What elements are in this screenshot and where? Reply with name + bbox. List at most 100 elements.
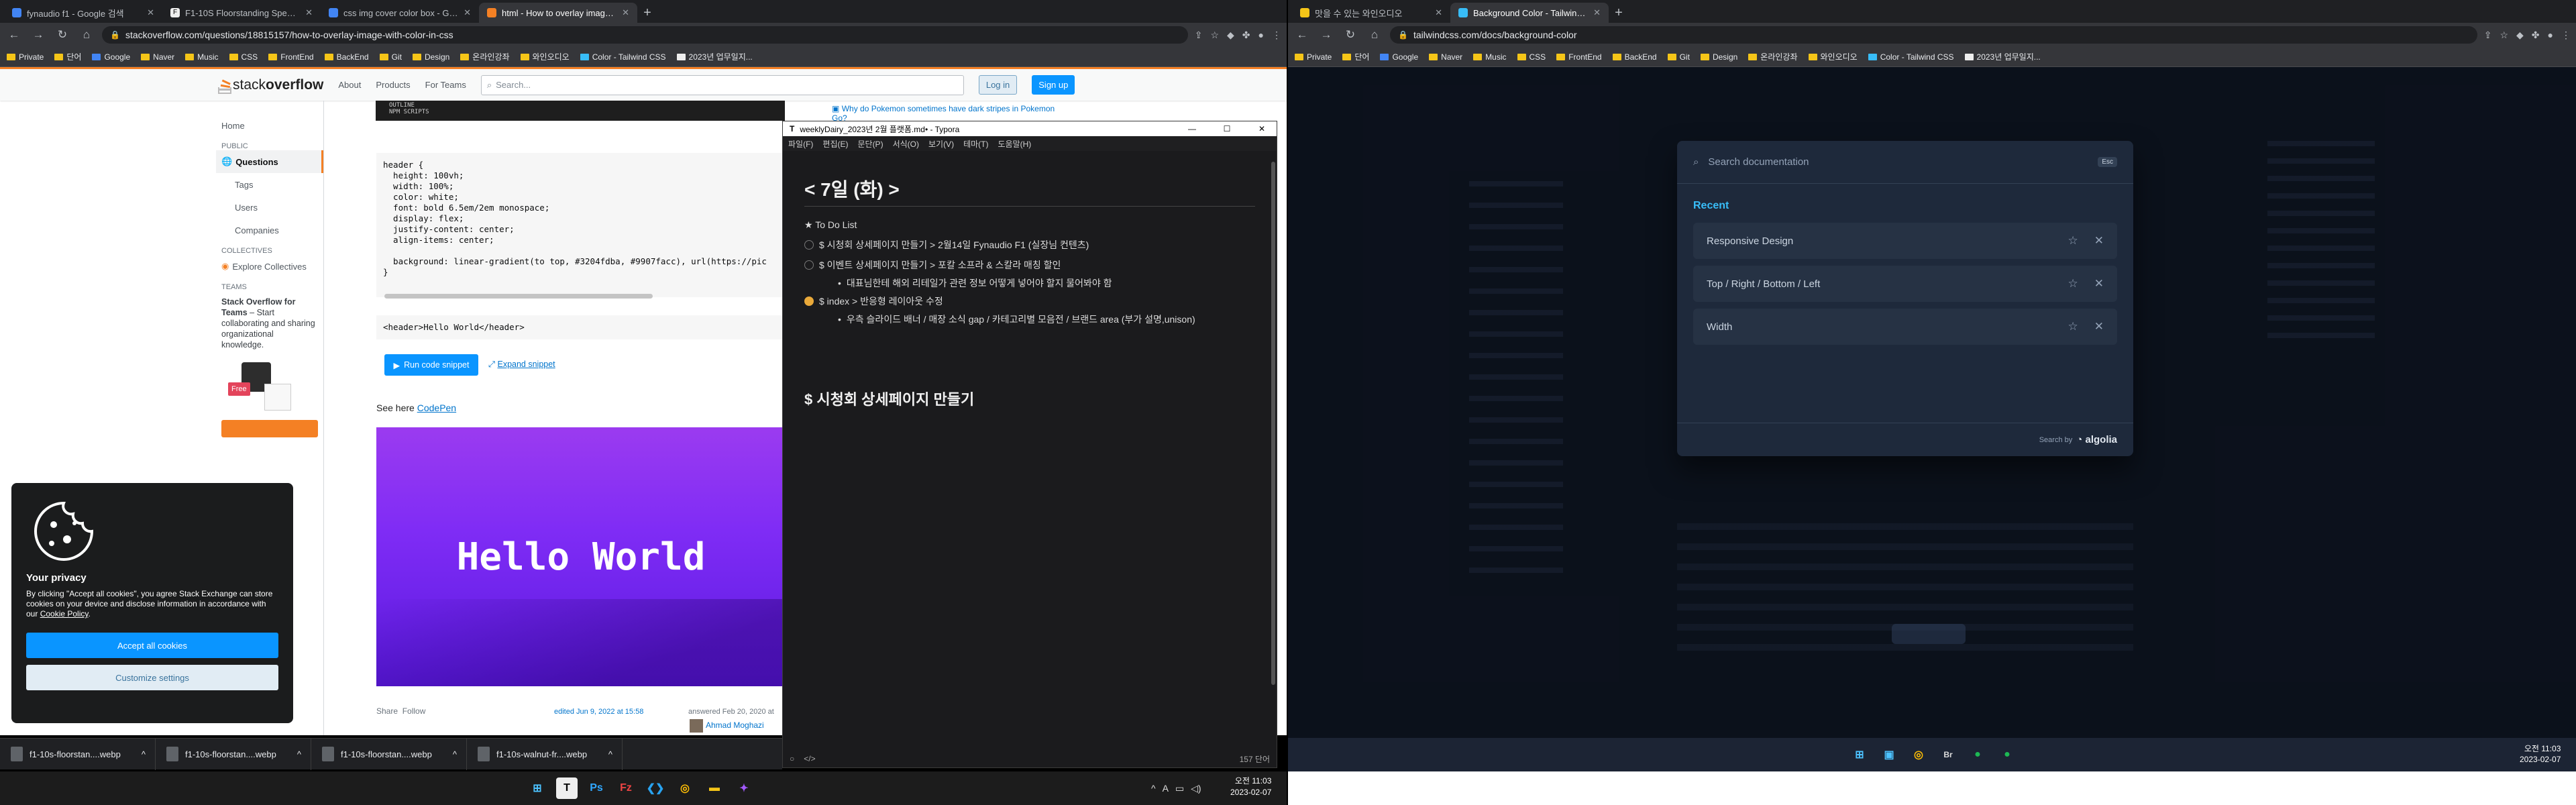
spotify-taskbar-icon[interactable]: ● — [1967, 744, 1988, 765]
edited-info[interactable]: edited Jun 9, 2022 at 15:58 — [554, 708, 643, 716]
bookmark-item[interactable]: CSS — [229, 52, 258, 62]
close-icon[interactable]: ✕ — [464, 7, 471, 18]
bookmark-item[interactable]: Color - Tailwind CSS — [1868, 52, 1954, 62]
so-search-input[interactable]: ⌕ Search... — [480, 74, 964, 95]
download-item[interactable]: f1-10s-floorstan....webp ^ — [0, 738, 156, 770]
todo-item[interactable]: • 우측 슬라이드 배너 / 매장 소식 gap / 카테고리별 모음전 / 브랜… — [804, 311, 1255, 327]
typora-menu-item[interactable]: 문단(P) — [857, 138, 883, 150]
accept-cookies-button[interactable]: Accept all cookies — [26, 633, 278, 658]
close-icon[interactable]: ✕ — [1435, 7, 1442, 18]
sidebar-item-home[interactable]: Home — [216, 114, 323, 137]
left-clock[interactable]: 오전 11:03 2023-02-07 — [1230, 775, 1271, 798]
chevron-up-icon[interactable]: ^ — [453, 749, 457, 759]
address-bar[interactable]: 🔒 tailwindcss.com/docs/background-color — [1390, 26, 2477, 44]
bookmark-item[interactable]: 와인오디오 — [1808, 51, 1858, 62]
todo-item[interactable]: • 대표님한테 해외 리테일가 관련 정보 어떻게 넣어야 할지 물어봐야 함 — [804, 275, 1255, 291]
hot-question-link[interactable]: ▣ Why do Pokemon sometimes have dark str… — [832, 104, 1060, 123]
docsearch-input[interactable]: ⌕ Search documentation Esc — [1677, 141, 2133, 184]
spotify-taskbar-icon-2[interactable]: ● — [1996, 744, 2018, 765]
recent-search-item[interactable]: Responsive Design ☆ ✕ — [1693, 223, 2117, 259]
chrome-taskbar-icon[interactable]: ◎ — [1908, 744, 1929, 765]
extension-icon[interactable]: ◆ — [1227, 30, 1234, 41]
typora-menu-item[interactable]: 서식(O) — [893, 138, 919, 150]
bookmark-item[interactable]: Private — [1295, 52, 1332, 62]
chevron-up-icon[interactable]: ^ — [608, 749, 612, 759]
code-scrollbar[interactable] — [384, 294, 653, 299]
sidebar-item-tags[interactable]: Tags — [216, 173, 323, 196]
codepen-link[interactable]: CodePen — [417, 402, 456, 413]
bookmark-item[interactable]: 단어 — [1342, 51, 1369, 62]
typora-taskbar-icon[interactable]: T — [556, 777, 578, 799]
tray-chevron-icon[interactable]: ^ — [1151, 783, 1156, 794]
answer-user[interactable]: Ahmad Moghazi — [690, 719, 764, 733]
task-checkbox[interactable] — [804, 297, 814, 306]
bookmark-item[interactable]: Private — [7, 52, 44, 62]
sidebar-item-users[interactable]: Users — [216, 196, 323, 219]
tab-google-search[interactable]: fynaudio f1 - Google 검색 ✕ — [4, 3, 162, 23]
tab-fynaudio[interactable]: F F1-10S Floorstanding Speaker | ✕ — [162, 3, 321, 23]
so-logo[interactable]: stack overflow — [218, 76, 323, 94]
close-window-icon[interactable]: ✕ — [1247, 124, 1277, 133]
sidebar-item-questions[interactable]: 🌐 Questions — [216, 150, 323, 173]
photoshop-taskbar-icon[interactable]: Ps — [586, 777, 607, 799]
right-clock[interactable]: 오전 11:03 2023-02-07 — [2520, 743, 2561, 765]
profile-icon[interactable]: ● — [1258, 30, 1264, 41]
task-checkbox[interactable] — [804, 260, 814, 270]
sidebar-item-companies[interactable]: Companies — [216, 219, 323, 241]
vscode-taskbar-icon[interactable]: ❮❯ — [645, 777, 666, 799]
new-tab-icon[interactable]: + — [637, 3, 657, 23]
source-code-icon[interactable]: </> — [804, 754, 815, 763]
star-icon[interactable]: ☆ — [2068, 320, 2078, 333]
star-icon[interactable]: ☆ — [2068, 277, 2078, 290]
bookmark-item[interactable]: 단어 — [54, 51, 81, 62]
typora-menu-item[interactable]: 파일(F) — [788, 138, 813, 150]
bookmark-item[interactable]: Music — [185, 52, 219, 62]
bookmark-item[interactable]: Naver — [1429, 52, 1462, 62]
share-icon[interactable]: ⇪ — [1195, 30, 1203, 41]
new-tab-icon[interactable]: + — [1609, 3, 1629, 23]
bookmark-item[interactable]: 2023년 업무일지... — [676, 51, 753, 62]
menu-icon[interactable]: ⋮ — [1272, 30, 1281, 41]
circle-status-icon[interactable]: ○ — [790, 754, 794, 763]
bookmark-item[interactable]: FrontEnd — [268, 52, 314, 62]
ime-icon[interactable]: A — [1163, 783, 1169, 794]
todo-item[interactable]: $ 시청회 상세페이지 만들기 > 2월14일 Fynaudio F1 (실장님… — [804, 235, 1255, 255]
minimize-icon[interactable]: — — [1177, 124, 1207, 133]
windows-start-icon[interactable]: ⊞ — [527, 777, 548, 799]
chrome-taskbar-icon[interactable]: ◎ — [674, 777, 696, 799]
remove-icon[interactable]: ✕ — [2094, 277, 2104, 290]
bookmark-item[interactable]: 와인오디오 — [520, 51, 570, 62]
chevron-up-icon[interactable]: ^ — [297, 749, 301, 759]
home-icon[interactable]: ⌂ — [1366, 26, 1383, 44]
bridge-taskbar-icon[interactable]: Br — [1937, 744, 1959, 765]
remove-icon[interactable]: ✕ — [2094, 234, 2104, 248]
profile-icon[interactable]: ● — [2548, 30, 2553, 41]
typora-scrollbar[interactable] — [1271, 162, 1275, 685]
bookmark-item[interactable]: BackEnd — [324, 52, 369, 62]
download-item[interactable]: f1-10s-floorstan....webp ^ — [156, 738, 311, 770]
task-view-icon[interactable]: ▣ — [1878, 744, 1900, 765]
esc-key-button[interactable]: Esc — [2098, 157, 2117, 167]
customize-settings-button[interactable]: Customize settings — [26, 665, 278, 690]
extension-icon[interactable]: ◆ — [2516, 30, 2524, 41]
bookmark-item[interactable]: 온라인강좌 — [460, 51, 510, 62]
close-icon[interactable]: ✕ — [147, 7, 154, 18]
word-count[interactable]: 157 단어 — [1240, 753, 1270, 765]
bookmark-item[interactable]: BackEnd — [1612, 52, 1657, 62]
share-icon[interactable]: ⇪ — [2484, 30, 2492, 41]
remove-icon[interactable]: ✕ — [2094, 320, 2104, 333]
algolia-logo[interactable]: ◔ algolia — [2076, 434, 2117, 445]
bookmark-item[interactable]: Naver — [141, 52, 174, 62]
recent-search-item[interactable]: Top / Right / Bottom / Left ☆ ✕ — [1693, 266, 2117, 302]
recent-search-item[interactable]: Width ☆ ✕ — [1693, 309, 2117, 345]
file-explorer-taskbar-icon[interactable]: ▬ — [704, 777, 725, 799]
star-icon[interactable]: ☆ — [1210, 30, 1219, 41]
puzzle-icon[interactable]: ✤ — [1242, 30, 1250, 41]
todo-item[interactable]: $ 이벤트 상세페이지 만들기 > 포칼 소프라 & 스칼라 매칭 할인 — [804, 255, 1255, 275]
menu-icon[interactable]: ⋮ — [2561, 30, 2571, 41]
address-bar[interactable]: 🔒 stackoverflow.com/questions/18815157/ho… — [102, 26, 1188, 44]
filezilla-taskbar-icon[interactable]: Fz — [615, 777, 637, 799]
nav-products[interactable]: Products — [376, 80, 410, 90]
signup-button[interactable]: Sign up — [1032, 75, 1075, 95]
share-link[interactable]: Share — [376, 706, 398, 716]
